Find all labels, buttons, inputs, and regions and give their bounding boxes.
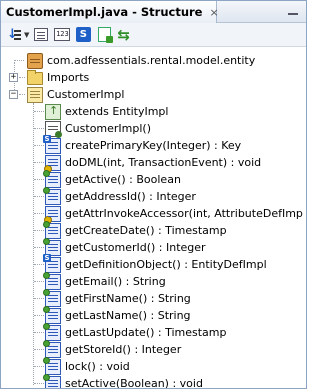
member-label: getCustomerId() : Integer: [65, 241, 206, 254]
member-label: getLastUpdate() : Timestamp: [65, 326, 227, 339]
toolbar: ▼ 123 S: [1, 23, 306, 47]
tree-item-member[interactable]: lock() : void: [43, 356, 130, 375]
sort-icon: [6, 27, 22, 43]
structure-tree: com.adfessentials.rental.model.entity + …: [1, 48, 306, 388]
member-label: getActive() : Boolean: [65, 173, 181, 186]
protected-method-icon: [44, 154, 61, 173]
list-view-icon: [34, 28, 49, 41]
package-icon: [27, 52, 43, 69]
member-label: getLastName() : String: [65, 309, 191, 322]
member-label: getStoreId() : Integer: [65, 343, 182, 356]
static-filter-button[interactable]: S: [74, 26, 92, 44]
tree-item-member[interactable]: CustomerImpl(): [45, 120, 152, 138]
method-icon: [43, 373, 61, 388]
member-label: createPrimaryKey(Integer) : Key: [65, 139, 242, 152]
tree-item-member[interactable]: getEmail() : String: [43, 271, 166, 290]
static-method-icon: [43, 134, 61, 154]
tab-title: CustomerImpl.java - Structure: [6, 5, 203, 19]
member-label: getDefinitionObject() : EntityDefImpl: [65, 258, 267, 271]
tree-item-member[interactable]: getLastUpdate() : Timestamp: [43, 322, 227, 341]
tree-item-member[interactable]: getAttrInvokeAccessor(int, AttributeDefI…: [44, 205, 303, 224]
tree-item-member[interactable]: getDefinitionObject() : EntityDefImpl: [43, 253, 267, 273]
tree-item-member[interactable]: doDML(int, TransactionEvent) : void: [44, 154, 262, 173]
method-icon: [43, 220, 61, 239]
tree-item-package[interactable]: com.adfessentials.rental.model.entity: [27, 52, 255, 69]
class-label: CustomerImpl: [47, 88, 125, 101]
tree-item-member[interactable]: getAddressId() : Integer: [43, 186, 196, 205]
tab-structure[interactable]: CustomerImpl.java - Structure ×: [1, 1, 219, 23]
class-icon: [27, 86, 43, 103]
member-label: lock() : void: [65, 360, 130, 373]
method-icon: [43, 271, 61, 290]
method-icon: [43, 305, 61, 324]
static-method-icon: [43, 253, 61, 273]
extends-icon: [45, 103, 61, 120]
member-label: getAddressId() : Integer: [65, 190, 196, 203]
tree-item-extends[interactable]: extends EntityImpl: [45, 103, 168, 120]
member-label: getFirstName() : String: [65, 292, 191, 305]
tree-item-member[interactable]: getLastName() : String: [43, 305, 191, 324]
sync-button[interactable]: [116, 26, 134, 44]
member-label: getEmail() : String: [65, 275, 166, 288]
tree-item-member[interactable]: getStoreId() : Integer: [43, 339, 182, 358]
new-document-button[interactable]: [95, 26, 113, 44]
member-label: doDML(int, TransactionEvent) : void: [65, 156, 262, 169]
method-icon: [43, 169, 61, 188]
numbered-view-icon: 123: [54, 28, 71, 41]
tree-item-member[interactable]: createPrimaryKey(Integer) : Key: [43, 134, 242, 154]
sort-button[interactable]: [5, 26, 23, 44]
close-icon[interactable]: ×: [209, 6, 218, 19]
member-label: getAttrInvokeAccessor(int, AttributeDefI…: [65, 207, 303, 220]
tree-item-member[interactable]: getActive() : Boolean: [43, 169, 181, 188]
folder-icon: [27, 70, 43, 85]
tree-item-imports[interactable]: Imports: [27, 69, 89, 86]
expand-imports-toggle[interactable]: +: [9, 73, 18, 82]
structure-panel: CustomerImpl.java - Structure × ▼ 123 S …: [0, 0, 307, 389]
minimize-icon[interactable]: [285, 4, 301, 18]
tree-item-member[interactable]: getCreateDate() : Timestamp: [43, 220, 227, 239]
method-icon: [43, 288, 61, 307]
collapse-class-toggle[interactable]: −: [9, 90, 18, 99]
numbered-view-button[interactable]: 123: [53, 26, 71, 44]
tree-item-member[interactable]: setActive(Boolean) : void: [43, 373, 203, 388]
extends-label: extends EntityImpl: [65, 105, 169, 118]
method-icon: [43, 339, 61, 358]
tree-item-class[interactable]: CustomerImpl: [27, 86, 124, 103]
member-label: CustomerImpl(): [65, 122, 152, 135]
list-view-button[interactable]: [32, 26, 50, 44]
method-icon: [43, 356, 61, 375]
sync-icon: [117, 26, 133, 44]
member-label: setActive(Boolean) : void: [65, 377, 203, 388]
tree-item-member[interactable]: getCustomerId() : Integer: [43, 237, 206, 256]
new-document-icon: [97, 27, 113, 43]
method-icon: [43, 322, 61, 341]
title-bar: CustomerImpl.java - Structure ×: [1, 1, 306, 23]
method-icon: [43, 186, 61, 205]
tree-item-member[interactable]: getFirstName() : String: [43, 288, 191, 307]
imports-label: Imports: [47, 71, 90, 84]
member-label: getCreateDate() : Timestamp: [65, 224, 227, 237]
chevron-down-icon[interactable]: ▼: [24, 31, 29, 39]
protected-method-icon: [44, 205, 61, 224]
package-label: com.adfessentials.rental.model.entity: [47, 54, 256, 67]
static-filter-icon: S: [75, 27, 91, 42]
